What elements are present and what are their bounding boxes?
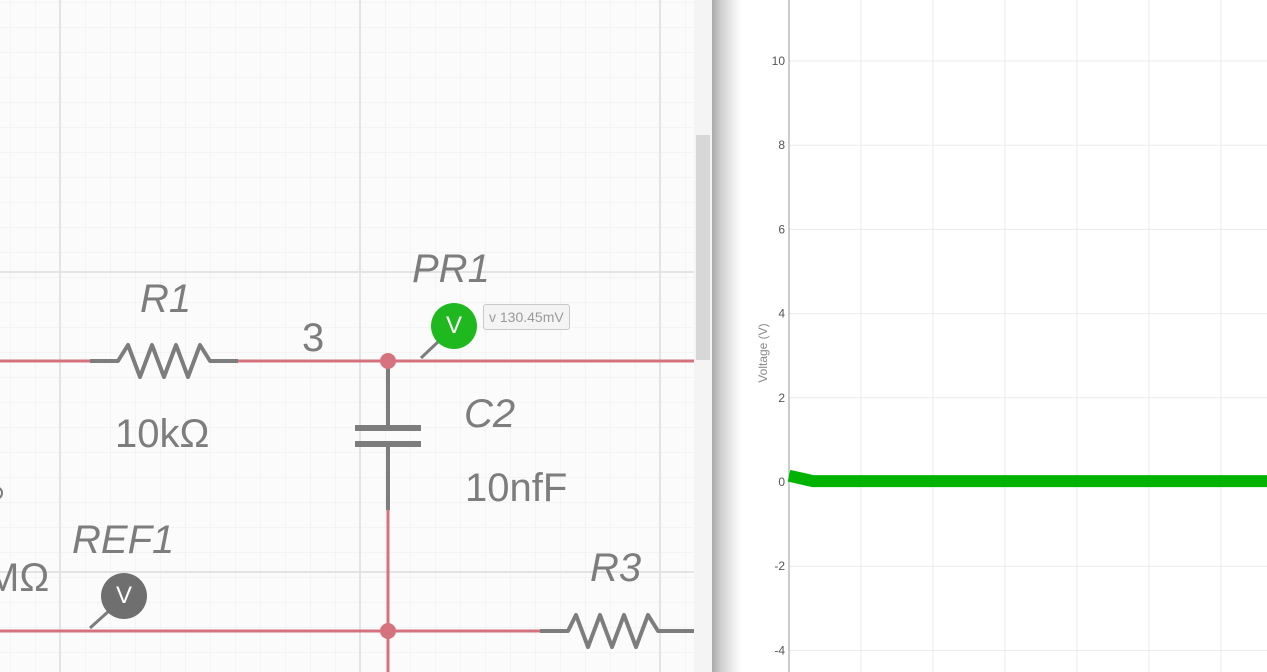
partial-resistor-value: MΩ: [0, 556, 50, 600]
ref1-label: REF1: [72, 518, 175, 562]
y-tick-label: -2: [774, 559, 785, 573]
c2-value: 10nfF: [465, 466, 568, 510]
y-tick-label: 6: [778, 222, 785, 236]
voltage-probe-pr1-icon[interactable]: V: [431, 303, 477, 349]
schematic-scrollbar-thumb[interactable]: [696, 135, 710, 360]
voltage-chart: 10 8 6 4 2 0 -2 -4: [772, 0, 1267, 672]
voltage-series-line: [787, 469, 1267, 488]
schematic-canvas[interactable]: R1 10kΩ 3 PR1 C2 10nfF REF1 MΩ R3 V v 13…: [0, 0, 712, 672]
voltage-probe-ref1-icon[interactable]: V: [101, 573, 147, 619]
pr1-label: PR1: [412, 247, 490, 291]
y-tick-label: 0: [778, 475, 785, 489]
y-tick-label: 4: [778, 307, 785, 321]
junction-node-3[interactable]: [380, 353, 396, 369]
voltage-plot-panel[interactable]: 10 8 6 4 2 0 -2 -4 Voltage (V): [742, 0, 1267, 672]
y-tick-label: 8: [778, 138, 785, 152]
r1-value: 10kΩ: [115, 412, 210, 456]
r1-label: R1: [140, 277, 192, 321]
y-tick-label: 2: [778, 391, 785, 405]
c2-label: C2: [464, 392, 516, 436]
r3-label: R3: [590, 546, 642, 590]
panel-splitter[interactable]: [712, 0, 742, 672]
y-tick-label: 10: [772, 54, 786, 68]
probe-pr1-readout: v 130.45mV: [483, 304, 570, 330]
y-axis-label: Voltage (V): [756, 323, 770, 383]
y-tick-label: -4: [774, 643, 785, 657]
net-label-3: 3: [302, 316, 325, 360]
junction-node-bottom[interactable]: [380, 623, 396, 639]
